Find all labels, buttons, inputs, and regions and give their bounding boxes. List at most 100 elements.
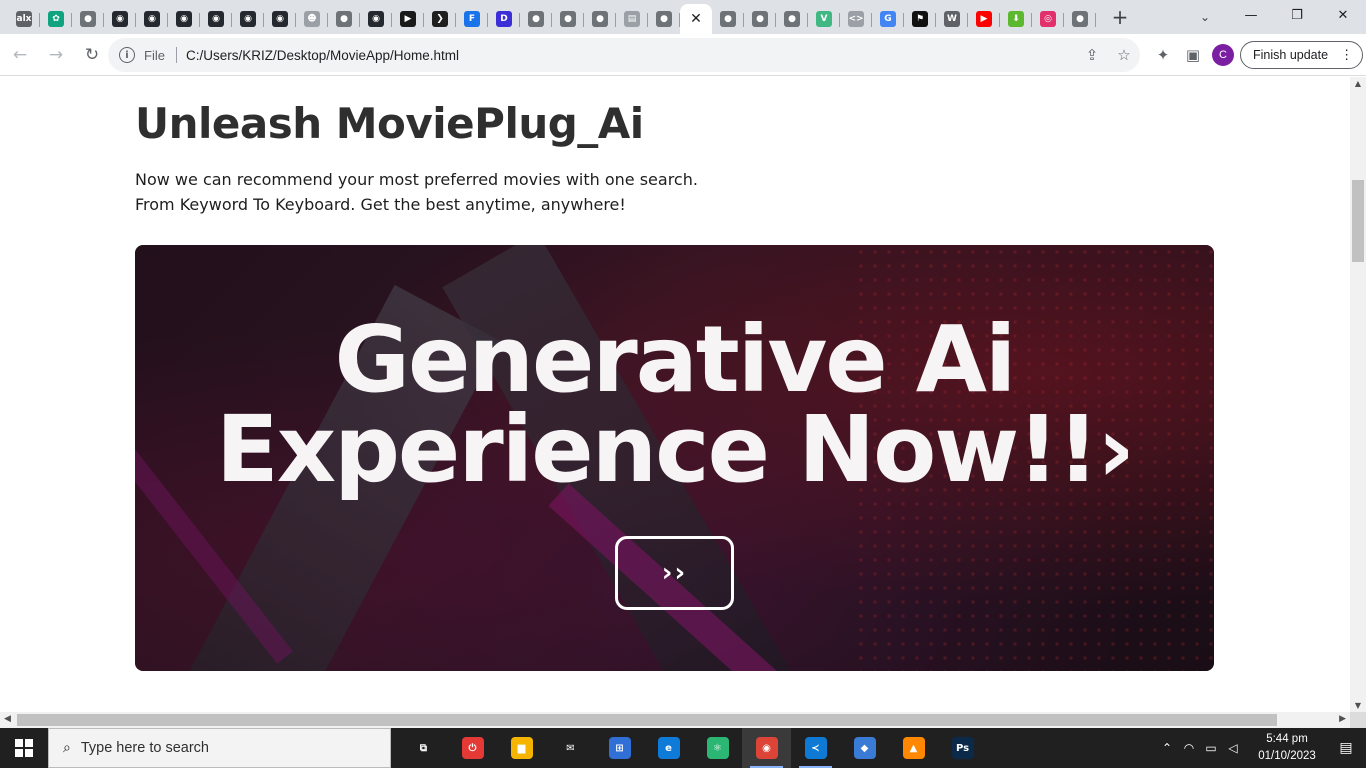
intro-line-2: From Keyword To Keyboard. Get the best a… (135, 195, 626, 214)
browser-tab[interactable]: ▶ (968, 5, 1000, 33)
windows-logo-icon (15, 739, 33, 757)
browser-tab[interactable]: ● (1064, 5, 1096, 33)
browser-tab[interactable]: ● (584, 5, 616, 33)
close-window-button[interactable]: ✕ (1320, 0, 1366, 30)
volume-icon[interactable]: ◁ (1222, 741, 1244, 755)
horizontal-scroll-thumb[interactable] (17, 714, 1277, 726)
vertical-scrollbar[interactable]: ▲ ▼ (1350, 77, 1366, 712)
browser-tab[interactable]: ▤ (616, 5, 648, 33)
address-bar[interactable]: i File C:/Users/KRIZ/Desktop/MovieApp/Ho… (108, 38, 1140, 72)
scroll-left-icon[interactable]: ◀ (4, 714, 11, 724)
site-info-icon[interactable]: i (119, 47, 135, 63)
system-tray: ⌃ ◠ ▭ ◁ 5:44 pm 01/10/2023 ▤ (1156, 728, 1366, 768)
browser-tab[interactable]: G (872, 5, 904, 33)
atom-icon: ⚛ (706, 737, 729, 759)
finish-update-button[interactable]: Finish update ⋮ (1240, 41, 1364, 69)
taskbar-app[interactable]: ◆ (840, 728, 889, 768)
flag-icon: ⚑ (912, 11, 928, 27)
taskbar-app[interactable]: Ps (938, 728, 987, 768)
browser-tab[interactable]: ☻ (296, 5, 328, 33)
omnibox-divider (175, 47, 177, 63)
globe-icon: ● (528, 11, 544, 27)
vertical-scroll-thumb[interactable] (1352, 180, 1364, 262)
taskbar-app[interactable]: ⚛ (693, 728, 742, 768)
browser-tab[interactable]: D (488, 5, 520, 33)
notification-icon[interactable]: ▤ (1326, 740, 1366, 756)
forward-button[interactable]: → (40, 39, 72, 71)
flag-icon: F (464, 11, 480, 27)
taskbar-clock[interactable]: 5:44 pm 01/10/2023 (1248, 731, 1326, 765)
battery-icon[interactable]: ▭ (1200, 741, 1222, 755)
doc-icon: ▤ (624, 11, 640, 27)
taskbar-app[interactable]: ⊞ (595, 728, 644, 768)
browser-tab[interactable]: ◉ (200, 5, 232, 33)
network-icon[interactable]: ◠ (1178, 741, 1200, 755)
taskbar-app[interactable]: ≺ (791, 728, 840, 768)
browser-tab[interactable]: F (456, 5, 488, 33)
github-icon: ◉ (112, 11, 128, 27)
browser-tab[interactable]: ● (328, 5, 360, 33)
browser-tab[interactable]: W (936, 5, 968, 33)
browser-tab[interactable]: ◉ (168, 5, 200, 33)
globe-icon: ● (336, 11, 352, 27)
side-panel-icon[interactable]: ▣ (1178, 46, 1208, 64)
browser-tab[interactable]: alx (8, 5, 40, 33)
close-tab-icon[interactable]: ✕ (690, 11, 702, 27)
browser-tab[interactable]: V (808, 5, 840, 33)
new-tab-button[interactable]: + (1106, 3, 1134, 31)
browser-tab[interactable]: ● (552, 5, 584, 33)
taskbar-app[interactable]: ⧉ (399, 728, 448, 768)
taskbar-app[interactable]: ⏻ (448, 728, 497, 768)
browser-tab[interactable]: ⚑ (904, 5, 936, 33)
start-button[interactable] (0, 728, 48, 768)
extensions-icon[interactable]: ✦ (1148, 46, 1178, 64)
browser-tab[interactable]: ◉ (104, 5, 136, 33)
browser-tab[interactable]: ◉ (136, 5, 168, 33)
vue-icon: V (816, 11, 832, 27)
github-icon: ◉ (176, 11, 192, 27)
browser-tab[interactable]: ◉ (360, 5, 392, 33)
brand-icon: D (496, 11, 512, 27)
browser-tab[interactable]: ● (648, 5, 680, 33)
taskbar-app[interactable]: ▆ (497, 728, 546, 768)
profile-avatar[interactable]: C (1212, 44, 1234, 66)
browser-tab[interactable]: ⬇ (1000, 5, 1032, 33)
browser-tab-active[interactable]: ✕ (680, 4, 712, 34)
browser-tab[interactable]: ● (776, 5, 808, 33)
browser-tab[interactable]: <> (840, 5, 872, 33)
reload-button[interactable]: ↻ (76, 39, 108, 71)
chatgpt-icon: ✿ (48, 11, 64, 27)
browser-tab[interactable]: ● (744, 5, 776, 33)
browser-tab[interactable]: ◎ (1032, 5, 1064, 33)
restore-button[interactable]: ❐ (1274, 0, 1320, 30)
tray-overflow-icon[interactable]: ⌃ (1156, 741, 1178, 755)
browser-tab[interactable]: ● (712, 5, 744, 33)
youtube-icon: ▶ (976, 11, 992, 27)
url-text[interactable]: C:/Users/KRIZ/Desktop/MovieApp/Home.html (186, 48, 459, 63)
scroll-right-icon[interactable]: ▶ (1339, 714, 1346, 724)
windows-taskbar: ⌕ Type here to search ⧉ ⏻ ▆ ✉ ⊞ e ⚛ ◉ ≺ ◆ ▲ Ps ⌃ ◠ … (0, 728, 1366, 768)
scroll-down-icon[interactable]: ▼ (1350, 701, 1366, 710)
browser-tab[interactable]: ● (72, 5, 104, 33)
back-button[interactable]: ← (4, 39, 36, 71)
tab-list: alx ✿ ● ◉ ◉ ◉ ◉ ◉ ◉ ☻ ● ◉ ▶ ❯ F D ● ● ● ▤ ● ✕ ● ● ● V <> G ⚑ W ▶ ⬇ ◎ ● (0, 0, 1096, 34)
browser-tab[interactable]: ❯ (424, 5, 456, 33)
taskbar-app[interactable]: ◉ (742, 728, 791, 768)
horizontal-scrollbar[interactable]: ◀ ▶ (0, 712, 1350, 728)
github-icon: ◉ (368, 11, 384, 27)
hero-go-button[interactable]: ›› (615, 536, 734, 610)
scroll-up-icon[interactable]: ▲ (1350, 79, 1366, 88)
minimize-button[interactable]: — (1228, 0, 1274, 30)
bookmark-star-icon[interactable]: ☆ (1114, 46, 1134, 64)
browser-tab[interactable]: ◉ (264, 5, 296, 33)
browser-tab[interactable]: ▶ (392, 5, 424, 33)
share-icon[interactable]: ⇪ (1082, 46, 1102, 64)
taskbar-app[interactable]: ▲ (889, 728, 938, 768)
browser-tab[interactable]: ◉ (232, 5, 264, 33)
browser-tab[interactable]: ✿ (40, 5, 72, 33)
taskbar-search[interactable]: ⌕ Type here to search (48, 728, 391, 768)
tab-search-button[interactable]: ⌄ (1194, 6, 1216, 28)
taskbar-app[interactable]: e (644, 728, 693, 768)
taskbar-app[interactable]: ✉ (546, 728, 595, 768)
browser-tab[interactable]: ● (520, 5, 552, 33)
